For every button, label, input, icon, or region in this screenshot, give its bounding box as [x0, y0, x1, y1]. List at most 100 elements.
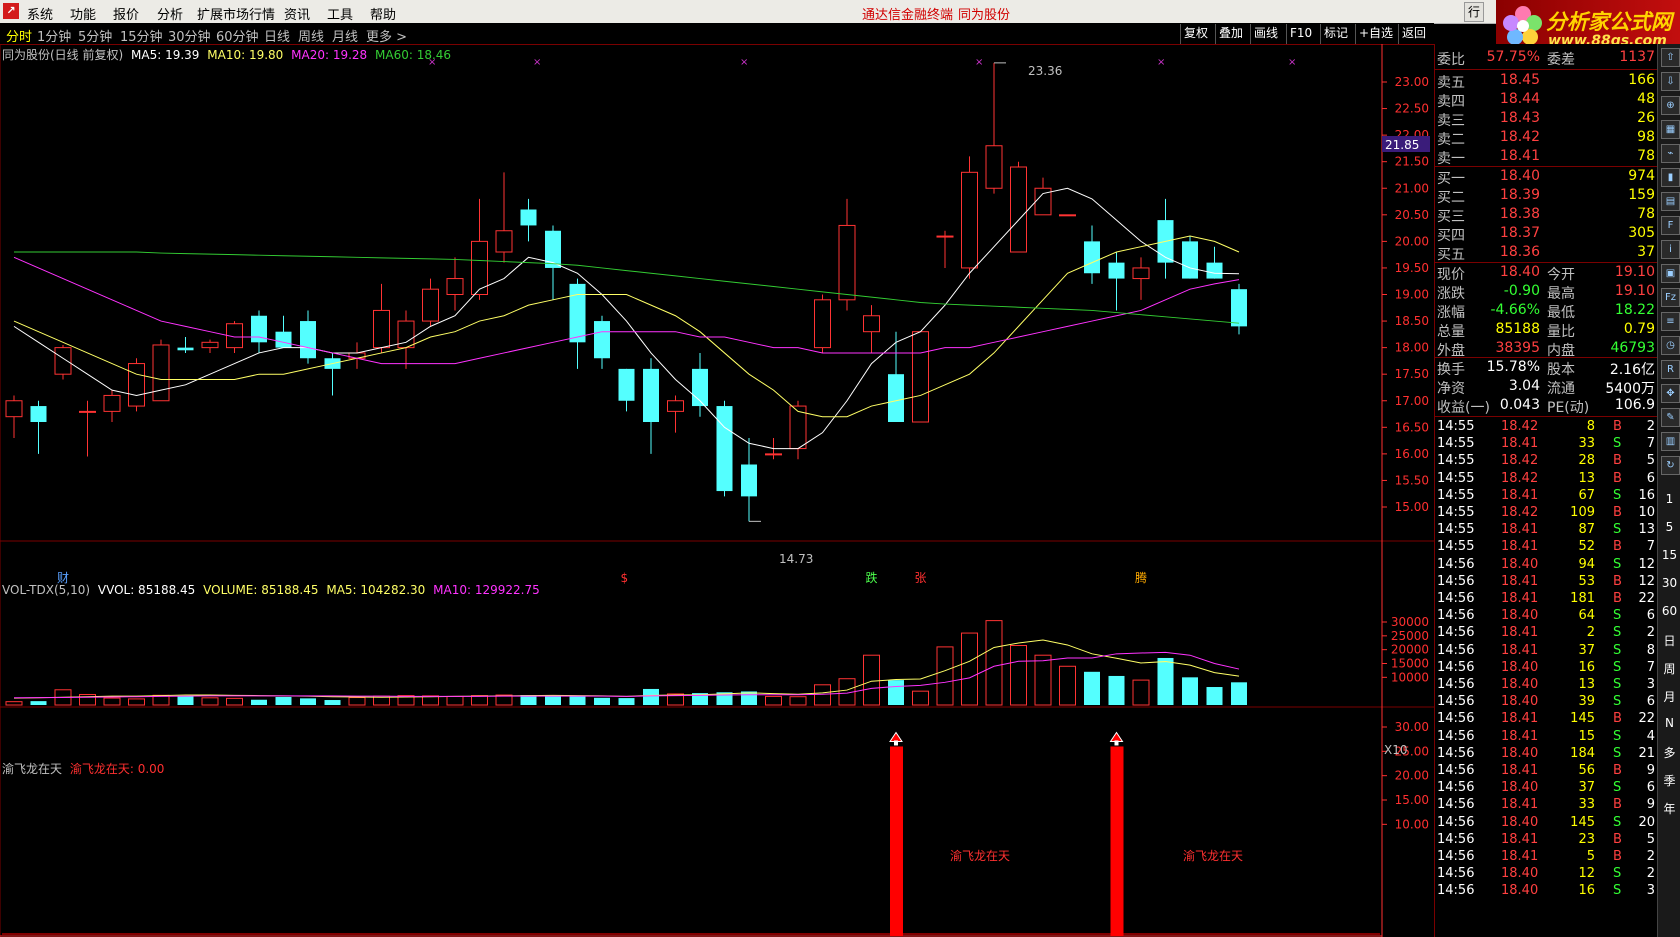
arrow-down-icon[interactable]: ⇩ — [1661, 72, 1680, 91]
fz-icon[interactable]: Fz — [1661, 288, 1680, 307]
menu-item-quote[interactable]: 报价 — [113, 4, 139, 23]
tick-row[interactable]: 14:55 18.42 28 B 5 — [1435, 453, 1657, 471]
tick-row[interactable]: 14:56 18.40 13 S 3 — [1435, 677, 1657, 695]
tick-row[interactable]: 14:56 18.40 184 S 21 — [1435, 746, 1657, 764]
ask-row[interactable]: 卖五 18.45 166 — [1435, 72, 1657, 91]
refresh-icon[interactable]: ↻ — [1661, 456, 1680, 475]
list-icon[interactable]: ≡ — [1661, 312, 1680, 331]
tick-row[interactable]: 14:56 18.40 37 S 6 — [1435, 780, 1657, 798]
tick-count: 7 — [1646, 539, 1655, 555]
menu-item-news[interactable]: 资讯 — [284, 4, 310, 23]
sidebar-period-button[interactable]: 日 — [1661, 632, 1678, 649]
ask-row[interactable]: 卖三 18.43 26 — [1435, 110, 1657, 129]
tick-row[interactable]: 14:56 18.41 145 B 22 — [1435, 711, 1657, 729]
chart-area[interactable]: × × × × × × 财 $ 跌张腾 23.0022.5022.0021.5021.0020… — [0, 44, 1434, 937]
sidebar-period-button[interactable]: 5 — [1661, 520, 1678, 534]
tick-row[interactable]: 14:55 18.41 87 S 13 — [1435, 522, 1657, 540]
menu-item-help[interactable]: 帮助 — [370, 4, 396, 23]
app-logo-icon[interactable]: ↗ — [3, 3, 19, 19]
bar-chart-icon[interactable]: ▮ — [1661, 168, 1680, 187]
ask-row[interactable]: 卖四 18.44 48 — [1435, 91, 1657, 110]
menu-item-tools[interactable]: 工具 — [327, 4, 353, 23]
bid-row[interactable]: 买五 18.36 37 — [1435, 244, 1657, 263]
period-tab-daily[interactable]: 日线 — [264, 26, 290, 45]
tick-row[interactable]: 14:56 18.40 94 S 12 — [1435, 557, 1657, 575]
tick-row[interactable]: 14:56 18.40 39 S 6 — [1435, 694, 1657, 712]
period-tab-more[interactable]: 更多 > — [366, 26, 407, 45]
menu-item-extended-market[interactable]: 扩展市场行情 — [197, 4, 275, 23]
menu-item-analysis[interactable]: 分析 — [157, 4, 183, 23]
chart-icon[interactable]: ⌁ — [1661, 144, 1680, 163]
tick-row[interactable]: 14:56 18.41 15 S 4 — [1435, 729, 1657, 747]
tick-row[interactable]: 14:55 18.41 52 B 7 — [1435, 539, 1657, 557]
kline-chart[interactable]: 财 $ 跌 张 腾 — [5, 62, 1247, 585]
zoom-in-icon[interactable]: ⊕ — [1661, 96, 1680, 115]
sidebar-period-button[interactable]: 多 — [1661, 744, 1678, 761]
sidebar-period-button[interactable]: N — [1661, 716, 1678, 730]
ask-row[interactable]: 卖二 18.42 98 — [1435, 129, 1657, 148]
grid-icon[interactable]: ▦ — [1661, 120, 1680, 139]
info-icon[interactable]: i — [1661, 240, 1680, 259]
pen-icon[interactable]: ✎ — [1661, 408, 1680, 427]
sidebar-period-button[interactable]: 30 — [1661, 576, 1678, 590]
tick-row[interactable]: 14:56 18.41 33 B 9 — [1435, 797, 1657, 815]
period-tab-weekly[interactable]: 周线 — [298, 26, 324, 45]
tick-row[interactable]: 14:56 18.41 5 B 2 — [1435, 849, 1657, 867]
window-button[interactable]: 行 — [1464, 2, 1484, 22]
overlay-button[interactable]: 叠加 — [1215, 24, 1246, 44]
sidebar-period-button[interactable]: 1 — [1661, 492, 1678, 506]
tick-row[interactable]: 14:56 18.41 23 B 5 — [1435, 832, 1657, 850]
period-tab-15min[interactable]: 15分钟 — [120, 26, 163, 45]
sidebar-period-button[interactable]: 月 — [1661, 688, 1678, 705]
tick-row[interactable]: 14:55 18.42 8 B 2 — [1435, 419, 1657, 437]
calendar-icon[interactable]: ▣ — [1661, 264, 1680, 283]
tick-row[interactable]: 14:56 18.40 12 S 2 — [1435, 866, 1657, 884]
arrow-up-icon[interactable]: ⇧ — [1661, 48, 1680, 67]
volume-chart[interactable] — [5, 620, 1247, 706]
period-tab-60min[interactable]: 60分钟 — [216, 26, 259, 45]
period-tab-timeshare[interactable]: 分时 — [6, 26, 32, 45]
sidebar-period-button[interactable]: 周 — [1661, 660, 1678, 677]
sidebar-period-button[interactable]: 60 — [1661, 604, 1678, 618]
f10-button[interactable]: F10 — [1286, 24, 1315, 44]
period-tab-1min[interactable]: 1分钟 — [37, 26, 71, 45]
tick-row[interactable]: 14:55 18.41 33 S 7 — [1435, 436, 1657, 454]
bid-row[interactable]: 买三 18.38 78 — [1435, 206, 1657, 225]
add-watchlist-button[interactable]: +自选 — [1355, 24, 1396, 44]
rsi-icon[interactable]: R — [1661, 360, 1680, 379]
table-icon[interactable]: ▥ — [1661, 432, 1680, 451]
tick-row[interactable]: 14:56 18.41 181 B 22 — [1435, 591, 1657, 609]
sidebar-period-button[interactable]: 季 — [1661, 772, 1678, 789]
mark-button[interactable]: 标记 — [1320, 24, 1351, 44]
tick-row[interactable]: 14:56 18.41 53 B 12 — [1435, 574, 1657, 592]
tick-row[interactable]: 14:55 18.41 67 S 16 — [1435, 488, 1657, 506]
ask-row[interactable]: 卖一 18.41 78 — [1435, 148, 1657, 167]
tick-row[interactable]: 14:56 18.41 56 B 9 — [1435, 763, 1657, 781]
tick-row[interactable]: 14:55 18.42 13 B 6 — [1435, 471, 1657, 489]
news-icon[interactable]: ▤ — [1661, 192, 1680, 211]
tick-row[interactable]: 14:56 18.41 37 S 8 — [1435, 643, 1657, 661]
tick-row[interactable]: 14:56 18.40 145 S 20 — [1435, 815, 1657, 833]
menu-item-function[interactable]: 功能 — [70, 4, 96, 23]
sidebar-period-button[interactable]: 15 — [1661, 548, 1678, 562]
restore-rights-button[interactable]: 复权 — [1180, 24, 1211, 44]
f10-icon[interactable]: F — [1661, 216, 1680, 235]
sidebar-period-button[interactable]: 年 — [1661, 800, 1678, 817]
tick-row[interactable]: 14:55 18.42 109 B 10 — [1435, 505, 1657, 523]
bid-row[interactable]: 买一 18.40 974 — [1435, 168, 1657, 187]
draw-line-button[interactable]: 画线 — [1250, 24, 1281, 44]
period-tab-monthly[interactable]: 月线 — [332, 26, 358, 45]
tick-row[interactable]: 14:56 18.40 16 S 3 — [1435, 883, 1657, 901]
period-tab-30min[interactable]: 30分钟 — [168, 26, 211, 45]
bid-row[interactable]: 买二 18.39 159 — [1435, 187, 1657, 206]
indicator-chart[interactable] — [2, 731, 1380, 936]
period-tab-5min[interactable]: 5分钟 — [78, 26, 112, 45]
menu-item-system[interactable]: 系统 — [27, 4, 53, 23]
back-button[interactable]: 返回 — [1398, 24, 1429, 44]
tick-row[interactable]: 14:56 18.41 2 S 2 — [1435, 625, 1657, 643]
clock-icon[interactable]: ◷ — [1661, 336, 1680, 355]
tick-row[interactable]: 14:56 18.40 16 S 7 — [1435, 660, 1657, 678]
crosshair-icon[interactable]: ✥ — [1661, 384, 1680, 403]
bid-row[interactable]: 买四 18.37 305 — [1435, 225, 1657, 244]
tick-row[interactable]: 14:56 18.40 64 S 6 — [1435, 608, 1657, 626]
